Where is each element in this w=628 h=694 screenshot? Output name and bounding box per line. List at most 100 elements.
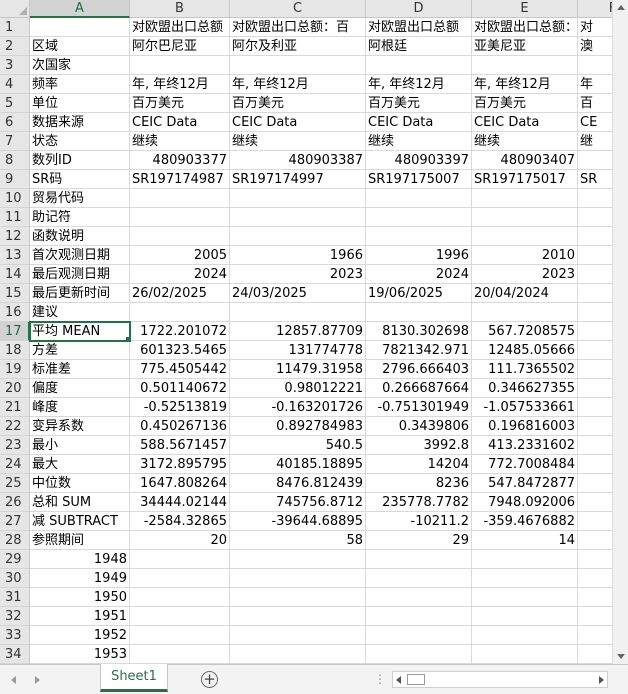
row-header-11[interactable]: 11 bbox=[0, 208, 30, 227]
cell-d30[interactable] bbox=[366, 569, 472, 588]
cell-a7[interactable]: 状态 bbox=[30, 132, 130, 151]
cell-a11[interactable]: 助记符 bbox=[30, 208, 130, 227]
cell-c10[interactable] bbox=[230, 189, 366, 208]
cell-c24[interactable]: 40185.18895 bbox=[230, 455, 366, 474]
row-header-13[interactable]: 13 bbox=[0, 246, 30, 265]
cell-f7[interactable]: 继 bbox=[578, 132, 612, 151]
cell-d29[interactable] bbox=[366, 550, 472, 569]
cell-e13[interactable]: 2010 bbox=[472, 246, 578, 265]
column-header-b[interactable]: B bbox=[130, 0, 230, 18]
row-header-23[interactable]: 23 bbox=[0, 436, 30, 455]
cell-f23[interactable] bbox=[578, 436, 612, 455]
cell-a31[interactable]: 1950 bbox=[30, 588, 130, 607]
cell-e12[interactable] bbox=[472, 227, 578, 246]
cell-a13[interactable]: 首次观测日期 bbox=[30, 246, 130, 265]
cell-b19[interactable]: 775.4505442 bbox=[130, 360, 230, 379]
cell-c28[interactable]: 58 bbox=[230, 531, 366, 550]
cell-d12[interactable] bbox=[366, 227, 472, 246]
cell-b11[interactable] bbox=[130, 208, 230, 227]
cell-b25[interactable]: 1647.808264 bbox=[130, 474, 230, 493]
row-header-25[interactable]: 25 bbox=[0, 474, 30, 493]
sheet-tab-sheet1[interactable]: Sheet1 bbox=[100, 664, 168, 692]
cell-d6[interactable]: CEIC Data bbox=[366, 113, 472, 132]
row-header-4[interactable]: 4 bbox=[0, 75, 30, 94]
row-header-2[interactable]: 2 bbox=[0, 37, 30, 56]
cell-d14[interactable]: 2024 bbox=[366, 265, 472, 284]
cell-a1[interactable] bbox=[30, 18, 130, 37]
row-header-24[interactable]: 24 bbox=[0, 455, 30, 474]
cell-f12[interactable] bbox=[578, 227, 612, 246]
cell-e14[interactable]: 2023 bbox=[472, 265, 578, 284]
scroll-down-icon[interactable] bbox=[613, 648, 628, 664]
chevron-left-icon[interactable] bbox=[8, 673, 22, 687]
cell-f24[interactable] bbox=[578, 455, 612, 474]
cell-e23[interactable]: 413.2331602 bbox=[472, 436, 578, 455]
cell-a10[interactable]: 贸易代码 bbox=[30, 189, 130, 208]
cell-e6[interactable]: CEIC Data bbox=[472, 113, 578, 132]
cell-e29[interactable] bbox=[472, 550, 578, 569]
cell-a33[interactable]: 1952 bbox=[30, 626, 130, 645]
cell-a3[interactable]: 次国家 bbox=[30, 56, 130, 75]
cell-f25[interactable] bbox=[578, 474, 612, 493]
row-header-15[interactable]: 15 bbox=[0, 284, 30, 303]
cell-d33[interactable] bbox=[366, 626, 472, 645]
cell-c11[interactable] bbox=[230, 208, 366, 227]
scroll-left-icon[interactable] bbox=[396, 676, 401, 684]
cell-d15[interactable]: 19/06/2025 bbox=[366, 284, 472, 303]
row-header-3[interactable]: 3 bbox=[0, 56, 30, 75]
cell-c17[interactable]: 12857.87709 bbox=[230, 322, 366, 341]
cell-c23[interactable]: 540.5 bbox=[230, 436, 366, 455]
cell-d2[interactable]: 阿根廷 bbox=[366, 37, 472, 56]
cell-b15[interactable]: 26/02/2025 bbox=[130, 284, 230, 303]
row-header-33[interactable]: 33 bbox=[0, 626, 30, 645]
cell-f9[interactable]: SR bbox=[578, 170, 612, 189]
cell-c27[interactable]: -39644.68895 bbox=[230, 512, 366, 531]
row-header-17[interactable]: 17 bbox=[0, 322, 30, 341]
cell-a20[interactable]: 偏度 bbox=[30, 379, 130, 398]
cell-d20[interactable]: 0.266687664 bbox=[366, 379, 472, 398]
cell-d17[interactable]: 8130.302698 bbox=[366, 322, 472, 341]
cell-f8[interactable] bbox=[578, 151, 612, 170]
cell-c25[interactable]: 8476.812439 bbox=[230, 474, 366, 493]
cell-b1[interactable]: 对欧盟出口总额 bbox=[130, 18, 230, 37]
cell-f18[interactable] bbox=[578, 341, 612, 360]
cell-b16[interactable] bbox=[130, 303, 230, 322]
cell-e30[interactable] bbox=[472, 569, 578, 588]
cell-c30[interactable] bbox=[230, 569, 366, 588]
cell-d5[interactable]: 百万美元 bbox=[366, 94, 472, 113]
cell-a34[interactable]: 1953 bbox=[30, 645, 130, 664]
cell-c4[interactable]: 年, 年终12月 bbox=[230, 75, 366, 94]
cell-f1[interactable]: 对 bbox=[578, 18, 612, 37]
add-sheet-button[interactable]: + bbox=[201, 671, 218, 688]
cell-b29[interactable] bbox=[130, 550, 230, 569]
column-header-f[interactable]: F bbox=[578, 0, 612, 18]
cell-c16[interactable] bbox=[230, 303, 366, 322]
horizontal-scrollbar[interactable] bbox=[392, 671, 608, 688]
cell-b9[interactable]: SR197174987 bbox=[130, 170, 230, 189]
row-header-31[interactable]: 31 bbox=[0, 588, 30, 607]
cell-a30[interactable]: 1949 bbox=[30, 569, 130, 588]
cell-e17[interactable]: 567.7208575 bbox=[472, 322, 578, 341]
spreadsheet-grid[interactable]: ABCDEF 123456789101112131415161718192021… bbox=[0, 0, 612, 664]
cell-f30[interactable] bbox=[578, 569, 612, 588]
cell-f2[interactable]: 澳 bbox=[578, 37, 612, 56]
cell-e34[interactable] bbox=[472, 645, 578, 664]
row-header-32[interactable]: 32 bbox=[0, 607, 30, 626]
cell-b22[interactable]: 0.450267136 bbox=[130, 417, 230, 436]
cell-c34[interactable] bbox=[230, 645, 366, 664]
cell-a15[interactable]: 最后更新时间 bbox=[30, 284, 130, 303]
cell-e25[interactable]: 547.8472877 bbox=[472, 474, 578, 493]
cell-e21[interactable]: -1.057533661 bbox=[472, 398, 578, 417]
cell-e20[interactable]: 0.346627355 bbox=[472, 379, 578, 398]
cell-e33[interactable] bbox=[472, 626, 578, 645]
cell-a4[interactable]: 频率 bbox=[30, 75, 130, 94]
cell-a8[interactable]: 数列ID bbox=[30, 151, 130, 170]
cell-e27[interactable]: -359.4676882 bbox=[472, 512, 578, 531]
cell-f10[interactable] bbox=[578, 189, 612, 208]
row-header-30[interactable]: 30 bbox=[0, 569, 30, 588]
cell-c1[interactable]: 对欧盟出口总额：百 bbox=[230, 18, 366, 37]
cell-c12[interactable] bbox=[230, 227, 366, 246]
cell-a19[interactable]: 标准差 bbox=[30, 360, 130, 379]
cell-f15[interactable]: 07 bbox=[578, 284, 612, 303]
cell-c6[interactable]: CEIC Data bbox=[230, 113, 366, 132]
